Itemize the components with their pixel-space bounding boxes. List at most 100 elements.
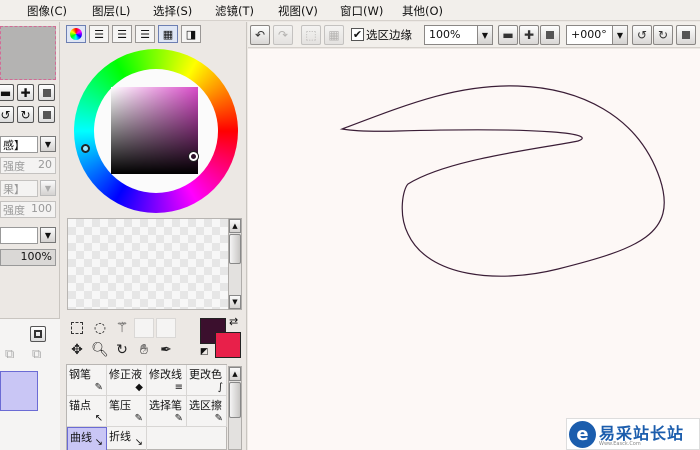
brush-scrollbar[interactable]: ▲ xyxy=(228,366,242,450)
eyedropper-icon[interactable]: ✒ xyxy=(156,340,176,360)
sub-color-swatch[interactable] xyxy=(215,332,241,358)
paper-texture-select[interactable]: 感】 xyxy=(0,136,38,153)
reset-square-icon xyxy=(42,110,51,119)
gradient-slider-tab[interactable]: ☰ xyxy=(135,25,155,43)
rotate-left-button[interactable]: ↺ xyxy=(632,25,652,45)
brush-correction-fluid[interactable]: 修正液 ◆ xyxy=(107,365,147,396)
gradient-slider-icon: ☰ xyxy=(140,27,150,41)
brush-change-color[interactable]: 更改色 ∫ xyxy=(187,365,227,396)
navigator-preview[interactable] xyxy=(0,26,56,80)
scroll-thumb[interactable] xyxy=(229,234,241,264)
new-layer-button[interactable] xyxy=(30,326,46,342)
brush-pen[interactable]: 钢笔 ✎ xyxy=(67,365,107,396)
nav-rotate-right-button[interactable]: ↻ xyxy=(17,106,34,123)
blend-mode-select[interactable] xyxy=(0,227,38,244)
rgb-slider-icon: ☰ xyxy=(94,27,104,41)
swatch-scrollbar[interactable]: ▲ ▼ xyxy=(228,218,242,310)
menu-other[interactable]: 其他(O) xyxy=(402,3,443,19)
brush-label: 修改线 xyxy=(149,368,182,381)
layer-folder-icon[interactable]: ⧉ xyxy=(5,347,14,362)
zoom-in-button[interactable]: ✚ xyxy=(519,25,539,45)
drawing-canvas[interactable] xyxy=(248,49,700,450)
hue-marker[interactable] xyxy=(81,144,90,153)
brush-curve[interactable]: 曲线 ↘ xyxy=(67,427,107,450)
rect-select-icon[interactable] xyxy=(67,318,87,338)
rotate-left-icon: ↺ xyxy=(0,107,11,122)
brush-select-eraser[interactable]: 选区擦 ✎ xyxy=(187,396,227,427)
menu-image[interactable]: 图像(C) xyxy=(27,3,67,19)
rgb-slider-tab[interactable]: ☰ xyxy=(89,25,109,43)
minus-icon: ▬ xyxy=(502,28,514,42)
scratchpad-icon: ◨ xyxy=(185,27,197,41)
brush-select-pen[interactable]: 选择笔 ✎ xyxy=(147,396,187,427)
paper-texture-value: 感】 xyxy=(3,139,25,152)
reset-square-icon xyxy=(42,88,51,97)
layer-copy-icon[interactable]: ⧉ xyxy=(32,347,41,362)
saturation-value-box[interactable] xyxy=(111,87,198,174)
chevron-down-icon[interactable]: ▼ xyxy=(40,180,56,196)
nav-rotate-reset-button[interactable] xyxy=(38,106,55,123)
scroll-thumb[interactable] xyxy=(229,382,241,418)
menu-select[interactable]: 选择(S) xyxy=(153,3,192,19)
zoom-reset-button[interactable] xyxy=(540,25,560,45)
brush-anchor[interactable]: 锚点 ↖ xyxy=(67,396,107,427)
texture-strength-field[interactable]: 强度 20 xyxy=(0,157,56,174)
menu-window[interactable]: 窗口(W) xyxy=(340,3,383,19)
color-wheel-icon xyxy=(70,28,82,40)
opacity-slider[interactable]: 100% xyxy=(0,249,56,266)
selection-border-checkbox[interactable]: ✔ xyxy=(351,28,364,41)
brush-pressure[interactable]: 笔压 ✎ xyxy=(107,396,147,427)
chevron-down-icon[interactable]: ▼ xyxy=(40,227,56,243)
deselect-button[interactable]: ⬚ xyxy=(301,25,321,45)
scroll-up-icon[interactable]: ▲ xyxy=(229,367,241,381)
lasso-icon[interactable]: ◌ xyxy=(90,318,110,338)
effect-strength-field[interactable]: 强度 100 xyxy=(0,201,56,218)
swatch-tab[interactable]: ▦ xyxy=(158,25,178,43)
rotate-view-icon[interactable]: ↻ xyxy=(112,340,132,360)
menu-view[interactable]: 视图(V) xyxy=(278,3,318,19)
chevron-down-icon[interactable]: ▼ xyxy=(40,136,56,152)
hsv-slider-tab[interactable]: ☰ xyxy=(112,25,132,43)
reset-colors-icon[interactable]: ◩ xyxy=(200,347,209,357)
swap-colors-icon[interactable]: ⇄ xyxy=(229,315,238,328)
redo-button[interactable]: ↷ xyxy=(273,25,293,45)
brush-label: 曲线 xyxy=(70,431,92,444)
color-wheel-tab[interactable] xyxy=(66,25,86,43)
nav-zoom-out-button[interactable]: ▬ xyxy=(0,84,14,101)
pen-icon: ✎ xyxy=(134,413,143,424)
zoom-out-button[interactable]: ▬ xyxy=(498,25,518,45)
deselect-icon: ⬚ xyxy=(305,28,317,42)
hand-icon[interactable]: ✋︎ xyxy=(134,340,154,360)
undo-button[interactable]: ↶ xyxy=(250,25,270,45)
layer-item-selected[interactable] xyxy=(0,371,38,411)
strength-label: 强度 xyxy=(3,204,25,217)
scroll-down-icon[interactable]: ▼ xyxy=(229,295,241,309)
invert-selection-button[interactable]: ▦ xyxy=(324,25,344,45)
selection-border-label: 选区边缘 xyxy=(366,28,412,42)
minus-icon: ▬ xyxy=(0,85,12,100)
brush-label: 选择笔 xyxy=(149,399,182,412)
menu-filter[interactable]: 滤镜(T) xyxy=(215,3,254,19)
brush-polyline[interactable]: 折线 ↘ xyxy=(107,427,147,450)
color-marker[interactable] xyxy=(189,152,198,161)
nav-rotate-left-button[interactable]: ↺ xyxy=(0,106,14,123)
nav-zoom-in-button[interactable]: ✚ xyxy=(17,84,34,101)
zoom-select[interactable]: 100% ▼ xyxy=(424,25,493,45)
magic-wand-icon[interactable]: ⚚ xyxy=(112,318,132,338)
move-icon[interactable]: ✥ xyxy=(67,340,87,360)
effect-select[interactable]: 果】 xyxy=(0,180,38,197)
brush-edit-line[interactable]: 修改线 ≡ xyxy=(147,365,187,396)
rotate-reset-button[interactable] xyxy=(676,25,696,45)
rotation-select[interactable]: +000° ▼ xyxy=(566,25,628,45)
scratchpad-tab[interactable]: ◨ xyxy=(181,25,201,43)
brush-tool-grid: 钢笔 ✎ 修正液 ◆ 修改线 ≡ 更改色 ∫ 锚点 ↖ 笔压 ✎ 选择笔 ✎ 选区擦 ✎ 曲线 ↘… xyxy=(66,364,227,450)
swatch-scratchpad[interactable] xyxy=(67,218,242,310)
reset-square-icon xyxy=(682,31,690,39)
eraser-icon: ◆ xyxy=(135,382,143,393)
zoom-icon[interactable]: 🔍︎ xyxy=(90,340,110,360)
menu-layer[interactable]: 图层(L) xyxy=(92,3,130,19)
scroll-up-icon[interactable]: ▲ xyxy=(229,219,241,233)
nav-reset-button[interactable] xyxy=(38,84,55,101)
rotate-right-button[interactable]: ↻ xyxy=(653,25,673,45)
watermark-sub: Www.Easck.Com xyxy=(599,441,641,447)
